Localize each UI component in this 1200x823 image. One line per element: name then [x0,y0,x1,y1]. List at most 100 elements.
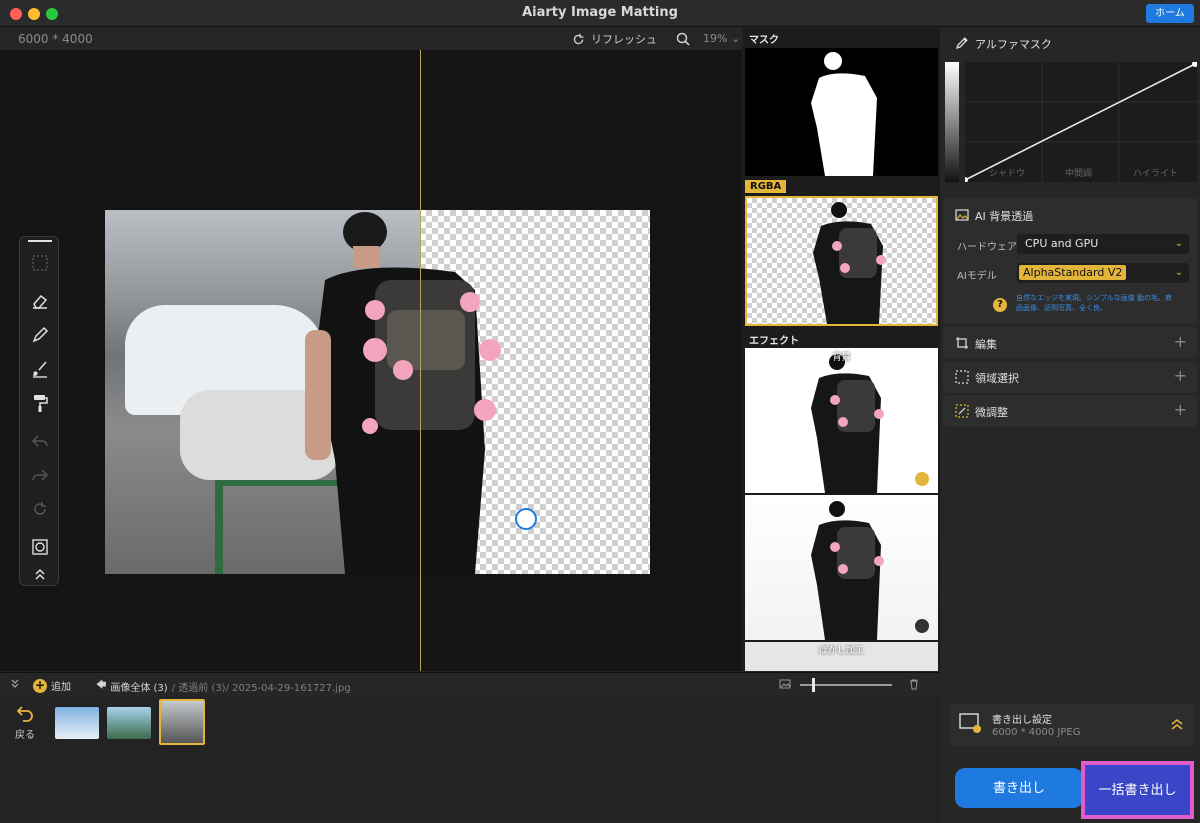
mask-preview[interactable] [745,48,938,176]
image-canvas[interactable] [0,50,742,671]
collapse-palette-button[interactable] [28,565,52,583]
export-settings-value: 6000 * 4000 JPEG [992,727,1081,738]
title-bar: Aiarty Image Matting ホーム [0,0,1200,27]
plus-icon[interactable]: + [1174,332,1187,351]
help-question-icon[interactable]: ? [993,298,1007,312]
palette-grip[interactable] [28,237,52,245]
compare-split-line[interactable] [420,50,421,671]
ai-bg-title: AI 背景透過 [975,210,1034,223]
rgba-subject [813,202,886,324]
fine-tune-icon [955,404,969,418]
double-chevron-up-icon[interactable] [1170,717,1184,731]
split-compare-handle[interactable] [515,508,537,530]
effect-background-preview[interactable]: 背景 [745,348,938,493]
thumbnail-1[interactable] [55,707,99,739]
back-arrow-icon [16,706,33,722]
reset-icon [34,502,46,515]
collapse-filmstrip-button[interactable] [10,678,20,688]
curve-end-handle [1192,61,1198,67]
home-button[interactable]: ホーム [1146,4,1194,23]
arrow-left-icon[interactable]: 🡄 [96,678,106,695]
edit-section[interactable]: 編集 + [943,327,1197,359]
roller-tool-button[interactable] [28,391,52,415]
alpha-mask-title: アルファマスク [975,38,1052,51]
hardware-label: ハードウェア [957,242,1017,253]
refresh-button[interactable]: リフレッシュ [572,31,657,47]
circle-in-square-icon [32,539,48,555]
zoom-level-select[interactable]: 19% ⌄ [703,32,740,45]
double-chevron-down-icon [11,679,19,688]
effect-shadow-preview[interactable] [745,495,938,640]
redo-button[interactable] [28,463,52,487]
redo-icon [32,469,49,481]
export-settings-title: 書き出し設定 [992,715,1052,726]
monitor-gear-icon [959,713,981,733]
thumbnail-size-slider-knob[interactable] [812,678,815,692]
paint-roller-icon [34,395,48,412]
compare-toggle-button[interactable] [28,535,52,559]
effect-blur-preview[interactable]: ぼかし加工 [745,642,938,671]
hardware-select[interactable]: CPU and GPU ⌄ [1017,234,1189,254]
filmstrip: 戻る [0,697,940,815]
ai-model-value: AlphaStandard V2 [1019,265,1127,280]
breadcrumb-bar: + 追加 🡄 画像全体 (3) / 透過前 (3)/ 2025-04-29-16… [0,672,940,696]
plus-icon[interactable]: + [1174,366,1187,385]
magnifier-icon[interactable] [675,31,691,47]
alpha-curve-editor[interactable]: シャドウ 中間調 ハイライト [962,61,1198,183]
plus-icon[interactable]: + [1174,400,1187,419]
delete-button[interactable] [908,678,920,690]
add-label: 追加 [51,682,71,693]
image-dimensions: 6000 * 4000 [18,32,93,46]
rgba-tag: RGBA [745,180,787,193]
rgba-preview[interactable] [745,196,938,326]
canvas-toolbar: 6000 * 4000 リフレッシュ 19% ⌄ [0,28,742,50]
trash-icon [910,679,918,690]
double-chevron-up-icon [35,568,45,580]
undo-button[interactable] [28,429,52,453]
preview-column: マスク RGBA エフェクト 背景 ぼかし加工 [743,28,940,671]
breadcrumb: 🡄 画像全体 (3) / 透過前 (3)/ 2025-04-29-161727.… [96,678,351,695]
ai-model-select[interactable]: AlphaStandard V2 ⌄ [1017,263,1189,283]
export-button[interactable]: 書き出し [955,768,1083,808]
app-window: Aiarty Image Matting ホーム 6000 * 4000 リフレ… [0,0,1200,823]
curve-label-highlight: ハイライト [1133,169,1178,179]
effect-blur-label: ぼかし加工 [818,646,864,656]
thumbnail-2[interactable] [107,707,151,739]
pen-tool-button[interactable] [28,323,52,347]
right-panel: アルファマスク シャドウ 中間調 ハイライト AI 背景透過 ハードウェア CP… [941,28,1200,823]
eraser-icon [33,294,48,309]
thumbnail-size-icon [779,678,791,690]
batch-export-button[interactable]: 一括書き出し [1081,761,1194,819]
effect-background-label: 背景 [832,353,851,363]
eyedropper-icon[interactable] [955,36,969,50]
add-image-button[interactable]: + 追加 [33,678,71,693]
export-settings-card[interactable]: 書き出し設定 6000 * 4000 JPEG [950,704,1194,746]
tool-palette [19,236,59,586]
edit-title: 編集 [975,338,997,351]
alpha-curve [962,61,1198,183]
zoom-level: 19% [703,32,728,45]
refresh-label: リフレッシュ [591,33,657,46]
brush-tool-button[interactable] [28,357,52,381]
select-tool-button[interactable] [28,251,52,275]
reset-button[interactable] [28,497,52,521]
photo-preview[interactable] [105,210,650,574]
eraser-tool-button[interactable] [28,289,52,313]
tone-gradient-bar [945,62,959,182]
fine-tune-section[interactable]: 微調整 + [943,395,1197,427]
pen-icon [32,326,49,343]
refresh-icon [573,33,584,44]
back-label: 戻る [15,730,35,741]
dashed-select-icon [955,370,969,384]
thumbnail-3-selected[interactable] [159,699,205,745]
effect-subject-2 [811,501,884,640]
breadcrumb-all-images[interactable]: 画像全体 (3) [110,679,167,694]
image-icon [779,679,791,689]
region-select-section[interactable]: 領域選択 + [943,361,1197,393]
image-icon [955,209,969,221]
selected-check-icon [915,472,929,486]
unselected-dot-icon [915,619,929,633]
back-button[interactable]: 戻る [8,703,42,745]
window-title: Aiarty Image Matting [522,5,678,20]
ai-model-label: AIモデル [957,271,997,282]
